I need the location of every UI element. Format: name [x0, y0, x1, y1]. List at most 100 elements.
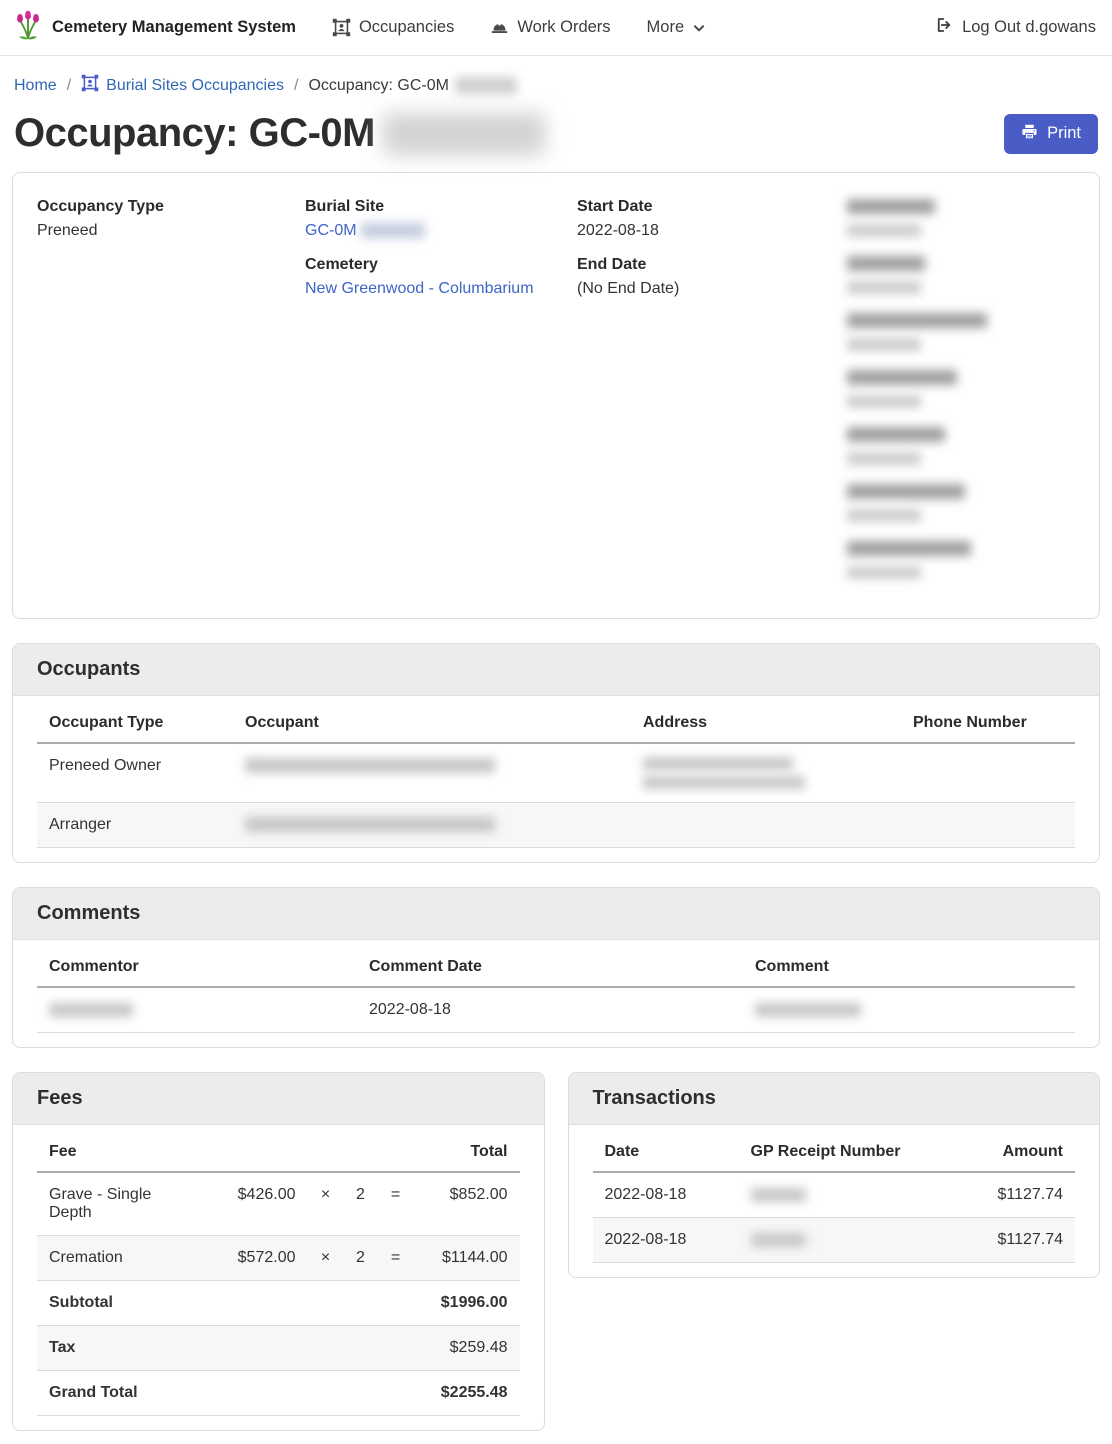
- column-header: Fee: [37, 1131, 208, 1172]
- field-start-date: Start Date 2022-08-18: [577, 195, 847, 243]
- field-label: Start Date: [577, 195, 847, 219]
- redacted-value: [847, 566, 921, 579]
- breadcrumb-current-label: Occupancy: GC-0M: [308, 77, 448, 95]
- nav-item-label: More: [647, 18, 685, 37]
- nav-item-label: Occupancies: [359, 18, 454, 37]
- redacted-label: [847, 199, 935, 214]
- field-occupancy-type: Occupancy Type Preneed: [37, 195, 305, 243]
- nav-item-occupancies[interactable]: Occupancies: [332, 18, 454, 37]
- table-row: 2022-08-18: [37, 987, 1075, 1033]
- redacted-field: [847, 427, 1075, 465]
- nav-item-more[interactable]: More: [647, 18, 707, 37]
- comments-header: Comments: [13, 888, 1099, 940]
- fee-price-cell: $426.00: [208, 1172, 308, 1236]
- redacted-label: [847, 541, 971, 556]
- fee-times-cell: ×: [308, 1172, 344, 1236]
- breadcrumb-home-link[interactable]: Home: [14, 77, 57, 95]
- redacted-value: [847, 452, 921, 465]
- comment-cell: [743, 987, 1075, 1033]
- tax-row: Tax $259.48: [37, 1326, 520, 1371]
- column-header: Comment: [743, 946, 1075, 987]
- column-header: Comment Date: [357, 946, 743, 987]
- occupant-name-cell: [233, 803, 631, 848]
- transactions-body: Date GP Receipt Number Amount 2022-08-18…: [569, 1125, 1100, 1277]
- fee-qty-cell: 2: [344, 1236, 378, 1281]
- grand-total-row: Grand Total $2255.48: [37, 1371, 520, 1416]
- logout-label: Log Out d.gowans: [962, 18, 1096, 37]
- table-row: 2022-08-18 $1127.74: [593, 1172, 1076, 1218]
- breadcrumb-separator: /: [67, 77, 71, 95]
- redacted-field: [847, 370, 1075, 408]
- field-label: Occupancy Type: [37, 195, 305, 219]
- redacted-label: [847, 256, 925, 271]
- redacted-value: [847, 338, 921, 351]
- page-title: Occupancy: GC-0M: [14, 111, 545, 156]
- breadcrumb: Home / Burial Sites Occupancies / Occupa…: [0, 56, 1112, 97]
- details-col-2: Burial Site GC-0M Cemetery New Greenwood…: [305, 195, 577, 598]
- redacted-field: [847, 199, 1075, 237]
- burial-site-link[interactable]: GC-0M: [305, 222, 357, 239]
- field-value: (No End Date): [577, 277, 847, 301]
- redacted-value: [847, 281, 921, 294]
- field-value: Preneed: [37, 219, 305, 243]
- tulips-logo-icon: [14, 9, 42, 46]
- nav-items: Occupancies Work Orders More: [332, 18, 706, 37]
- occupant-type-cell: Arranger: [37, 803, 233, 848]
- fees-card: Fees Fee Total Grave - Single Depth: [12, 1072, 545, 1431]
- table-row: Grave - Single Depth $426.00 × 2 = $852.…: [37, 1172, 520, 1236]
- tax-label: Tax: [37, 1326, 208, 1371]
- redacted-value: [847, 224, 921, 237]
- breadcrumb-current: Occupancy: GC-0M: [308, 77, 516, 95]
- fee-times-cell: ×: [308, 1236, 344, 1281]
- occupancy-details-card: Occupancy Type Preneed Burial Site GC-0M…: [12, 172, 1100, 619]
- redacted-field: [847, 541, 1075, 579]
- comment-date-cell: 2022-08-18: [357, 987, 743, 1033]
- field-burial-site: Burial Site GC-0M: [305, 195, 577, 243]
- subtotal-row: Subtotal $1996.00: [37, 1281, 520, 1326]
- transaction-amount-cell: $1127.74: [955, 1218, 1075, 1263]
- plot-person-icon: [332, 18, 351, 37]
- redacted-text: [455, 77, 517, 94]
- comments-card: Comments Commentor Comment Date Comment …: [12, 887, 1100, 1048]
- column-header: Date: [593, 1131, 739, 1172]
- transactions-table: Date GP Receipt Number Amount 2022-08-18…: [593, 1131, 1076, 1263]
- nav-item-work-orders[interactable]: Work Orders: [490, 18, 610, 37]
- column-header: Address: [631, 702, 901, 743]
- transaction-amount-cell: $1127.74: [955, 1172, 1075, 1218]
- occupant-type-cell: Preneed Owner: [37, 743, 233, 803]
- field-cemetery: Cemetery New Greenwood - Columbarium: [305, 253, 577, 301]
- column-header: Total: [414, 1131, 520, 1172]
- redacted-label: [847, 370, 957, 385]
- cemetery-link[interactable]: New Greenwood - Columbarium: [305, 280, 534, 297]
- redacted-label: [847, 313, 987, 328]
- column-header: Occupant: [233, 702, 631, 743]
- table-row: Cremation $572.00 × 2 = $1144.00: [37, 1236, 520, 1281]
- print-button[interactable]: Print: [1004, 114, 1098, 154]
- grand-total-value: $2255.48: [414, 1371, 520, 1416]
- fee-equals-cell: =: [378, 1236, 414, 1281]
- redacted-label: [847, 427, 945, 442]
- redacted-value: [847, 395, 921, 408]
- column-header: Amount: [955, 1131, 1075, 1172]
- redacted-field: [847, 484, 1075, 522]
- breadcrumb-occupancies-link[interactable]: Burial Sites Occupancies: [81, 74, 284, 97]
- redacted-text: [361, 223, 425, 238]
- column-header-spacer: [208, 1131, 414, 1172]
- breadcrumb-occupancies-label: Burial Sites Occupancies: [106, 77, 284, 95]
- subtotal-label: Subtotal: [37, 1281, 208, 1326]
- column-header: Occupant Type: [37, 702, 233, 743]
- transactions-card: Transactions Date GP Receipt Number Amou…: [568, 1072, 1101, 1278]
- logout-button[interactable]: Log Out d.gowans: [935, 16, 1096, 39]
- page-content: Occupancy Type Preneed Burial Site GC-0M…: [0, 172, 1112, 1444]
- column-header: GP Receipt Number: [739, 1131, 956, 1172]
- redacted-field: [847, 256, 1075, 294]
- redacted-text: [383, 113, 545, 155]
- column-header: Commentor: [37, 946, 357, 987]
- occupants-body: Occupant Type Occupant Address Phone Num…: [13, 696, 1099, 862]
- app-brand[interactable]: Cemetery Management System: [14, 9, 296, 46]
- occupants-header: Occupants: [13, 644, 1099, 696]
- page-header: Occupancy: GC-0M Print: [0, 97, 1112, 156]
- comments-table: Commentor Comment Date Comment 2022-08-1…: [37, 946, 1075, 1033]
- print-button-label: Print: [1047, 124, 1081, 143]
- table-row: 2022-08-18 $1127.74: [593, 1218, 1076, 1263]
